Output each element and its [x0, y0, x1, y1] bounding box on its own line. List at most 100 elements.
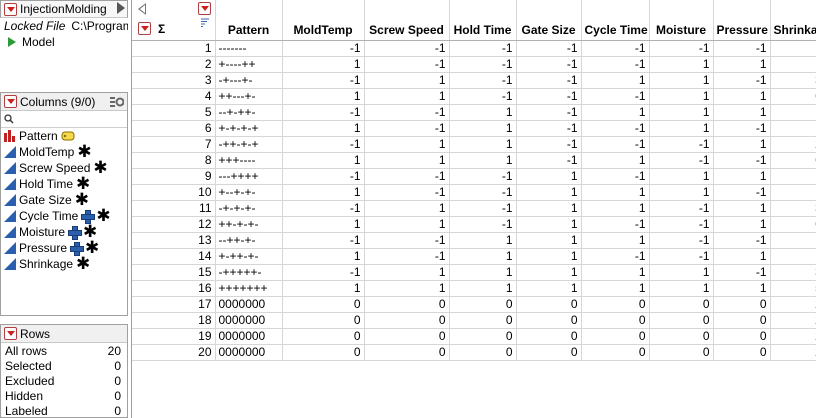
cell-hold-time[interactable]: -1 — [449, 216, 517, 233]
table-row[interactable]: 7-++-+-+-111-1-1-1126 — [132, 136, 816, 153]
table-row[interactable]: 9---++++-1-1-11-1118 — [132, 168, 816, 185]
cell-moisture[interactable]: 1 — [649, 56, 714, 73]
table-row[interactable]: 1--------1-1-1-1-1-1-16 — [132, 40, 816, 57]
cell-gate-size[interactable]: 1 — [516, 248, 582, 265]
cell-cycle-time[interactable]: 1 — [581, 104, 650, 121]
cell-shrinkage[interactable]: 8 — [770, 168, 816, 185]
table-row[interactable]: 16+++++++111111152 — [132, 280, 816, 297]
table-row[interactable]: 14+-++-+-1-111-1-115 — [132, 248, 816, 265]
cell-pattern[interactable]: ---++++ — [215, 168, 283, 185]
table-row[interactable]: 10+--+-+-1-1-1111-112 — [132, 184, 816, 201]
cell-moldtemp[interactable]: 1 — [282, 152, 365, 169]
cell-moldtemp[interactable]: -1 — [282, 40, 365, 57]
cell-pressure[interactable]: -1 — [713, 40, 771, 57]
table-row[interactable]: 180000000000000029 — [132, 312, 816, 329]
cell-gate-size[interactable]: 0 — [516, 328, 582, 345]
cell-moisture[interactable]: 0 — [649, 328, 714, 345]
table-row[interactable]: 5--+-++--1-11-11114 — [132, 104, 816, 121]
cell-pressure[interactable]: -1 — [713, 152, 771, 169]
table-row[interactable]: 12++-+-+-11-11-1-1160 — [132, 216, 816, 233]
cell-screw-speed[interactable]: -1 — [364, 56, 450, 73]
grid-dropdown-icon[interactable] — [198, 2, 211, 15]
cell-moldtemp[interactable]: 1 — [282, 88, 365, 105]
cell-hold-time[interactable]: -1 — [449, 40, 517, 57]
column-header-hold-time[interactable]: Hold Time — [449, 0, 517, 41]
cell-pressure[interactable]: -1 — [713, 72, 771, 89]
table-row[interactable]: 200000000000000027 — [132, 344, 816, 361]
cell-moldtemp[interactable]: -1 — [282, 232, 365, 249]
column-header-gate-size[interactable]: Gate Size — [516, 0, 582, 41]
column-item-moldtemp[interactable]: MoldTemp ✱ — [1, 143, 127, 160]
cell-shrinkage[interactable]: 4 — [770, 104, 816, 121]
cell-gate-size[interactable]: 0 — [516, 344, 582, 361]
cell-gate-size[interactable]: -1 — [516, 40, 582, 57]
cell-pattern[interactable]: +-++-+- — [215, 248, 283, 265]
row-number[interactable]: 10 — [132, 184, 216, 201]
cell-cycle-time[interactable]: 1 — [581, 280, 650, 297]
column-header-cycle-time[interactable]: Cycle Time — [581, 0, 650, 41]
cell-hold-time[interactable]: -1 — [449, 184, 517, 201]
cell-pressure[interactable]: -1 — [713, 232, 771, 249]
cell-gate-size[interactable]: 0 — [516, 296, 582, 313]
row-states-dropdown-icon[interactable] — [138, 22, 151, 35]
cell-cycle-time[interactable]: -1 — [581, 120, 650, 137]
cell-pattern[interactable]: +--+-+- — [215, 184, 283, 201]
cell-pressure[interactable]: 0 — [713, 312, 771, 329]
cell-pattern[interactable]: ++-+-+- — [215, 216, 283, 233]
cell-screw-speed[interactable]: -1 — [364, 40, 450, 57]
cell-moisture[interactable]: 1 — [649, 280, 714, 297]
cell-moisture[interactable]: -1 — [649, 248, 714, 265]
cell-screw-speed[interactable]: 1 — [364, 152, 450, 169]
cell-pattern[interactable]: -+++++- — [215, 264, 283, 281]
sort-lines-icon[interactable] — [200, 18, 210, 28]
table-row[interactable]: 190000000000000024 — [132, 328, 816, 345]
cell-hold-time[interactable]: 1 — [449, 136, 517, 153]
cell-pattern[interactable]: 0000000 — [215, 296, 283, 313]
cell-hold-time[interactable]: 1 — [449, 152, 517, 169]
cell-pressure[interactable]: 1 — [713, 280, 771, 297]
row-number[interactable]: 6 — [132, 120, 216, 137]
cell-shrinkage[interactable]: 29 — [770, 312, 816, 329]
cell-moldtemp[interactable]: 0 — [282, 296, 365, 313]
cell-cycle-time[interactable]: -1 — [581, 136, 650, 153]
table-row[interactable]: 2+----++1-1-1-1-11110 — [132, 56, 816, 73]
cell-shrinkage[interactable]: 60 — [770, 152, 816, 169]
cell-moisture[interactable]: -1 — [649, 136, 714, 153]
column-item-hold-time[interactable]: Hold Time ✱ — [1, 175, 127, 192]
row-number[interactable]: 4 — [132, 88, 216, 105]
table-panel-header[interactable]: InjectionMolding — [0, 0, 128, 18]
row-number[interactable]: 15 — [132, 264, 216, 281]
cell-pressure[interactable]: 1 — [713, 200, 771, 217]
run-script-icon[interactable] — [8, 37, 16, 47]
cell-screw-speed[interactable]: 0 — [364, 328, 450, 345]
cell-hold-time[interactable]: 1 — [449, 232, 517, 249]
cell-shrinkage[interactable]: 5 — [770, 248, 816, 265]
cell-screw-speed[interactable]: 1 — [364, 72, 450, 89]
cell-hold-time[interactable]: -1 — [449, 56, 517, 73]
row-number[interactable]: 20 — [132, 344, 216, 361]
cell-hold-time[interactable]: 0 — [449, 344, 517, 361]
cell-moldtemp[interactable]: 1 — [282, 216, 365, 233]
cell-gate-size[interactable]: -1 — [516, 104, 582, 121]
column-item-screw-speed[interactable]: Screw Speed ✱ — [1, 159, 127, 176]
cell-moisture[interactable]: -1 — [649, 152, 714, 169]
row-number[interactable]: 17 — [132, 296, 216, 313]
cell-cycle-time[interactable]: -1 — [581, 168, 650, 185]
cell-moldtemp[interactable]: -1 — [282, 136, 365, 153]
cell-cycle-time[interactable]: -1 — [581, 88, 650, 105]
cell-gate-size[interactable]: 1 — [516, 184, 582, 201]
cell-gate-size[interactable]: -1 — [516, 56, 582, 73]
cell-moisture[interactable]: 0 — [649, 344, 714, 361]
cell-shrinkage[interactable]: 15 — [770, 120, 816, 137]
cell-cycle-time[interactable]: 0 — [581, 344, 650, 361]
column-search[interactable] — [1, 111, 127, 128]
cell-screw-speed[interactable]: -1 — [364, 184, 450, 201]
column-item-cycle-time[interactable]: Cycle Time ✱ — [1, 207, 127, 224]
table-row[interactable]: 4++---+-11-1-1-11160 — [132, 88, 816, 105]
cell-shrinkage[interactable]: 12 — [770, 184, 816, 201]
cell-pattern[interactable]: +++++++ — [215, 280, 283, 297]
cell-hold-time[interactable]: -1 — [449, 200, 517, 217]
row-number[interactable]: 7 — [132, 136, 216, 153]
cell-hold-time[interactable]: 0 — [449, 296, 517, 313]
cell-shrinkage[interactable]: 60 — [770, 216, 816, 233]
